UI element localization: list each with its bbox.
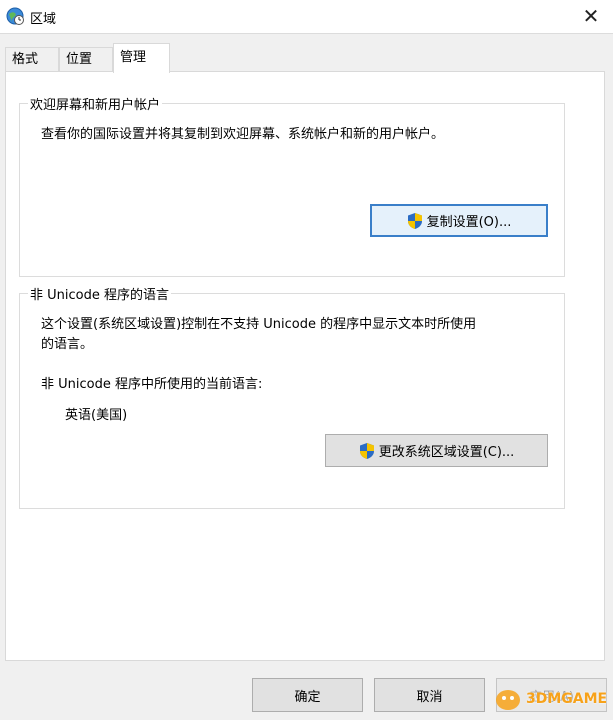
current-language-value: 英语(美国) [65,408,128,423]
current-language-label: 非 Unicode 程序中所使用的当前语言: [41,377,263,392]
cancel-label: 取消 [416,689,443,705]
non-unicode-description-line1: 这个设置(系统区域设置)控制在不支持 Unicode 的程序中显示文本时所使用 [41,317,477,332]
tab-location[interactable]: 位置 [59,47,113,71]
copy-settings-button[interactable]: 复制设置(O)... [370,204,548,237]
cancel-button[interactable]: 取消 [374,678,485,712]
close-icon[interactable]: ✕ [577,2,605,30]
watermark-logo-icon [496,690,520,710]
uac-shield-icon [359,442,374,459]
non-unicode-group-title: 非 Unicode 程序的语言 [28,284,171,303]
uac-shield-icon [407,212,422,229]
non-unicode-description-line2: 的语言。 [41,337,94,352]
welcome-group-title: 欢迎屏幕和新用户帐户 [28,94,163,113]
tab-location-label: 位置 [66,52,93,67]
watermark-text: 3DMGAME [526,691,608,707]
ok-button[interactable]: 确定 [252,678,363,712]
tab-administrative[interactable]: 管理 [113,43,170,73]
title-bar: 区域 ✕ [0,0,613,34]
change-system-locale-label: 更改系统区域设置(C)... [378,445,515,460]
ok-label: 确定 [294,689,321,705]
watermark: 3DMGAME [494,682,609,716]
tab-format[interactable]: 格式 [5,47,59,71]
change-system-locale-button[interactable]: 更改系统区域设置(C)... [325,434,548,467]
globe-clock-icon [6,7,24,25]
welcome-screen-group: 欢迎屏幕和新用户帐户 查看你的国际设置并将其复制到欢迎屏幕、系统帐户和新的用户帐… [19,94,565,277]
window-title: 区域 [30,12,57,27]
tab-panel: 欢迎屏幕和新用户帐户 查看你的国际设置并将其复制到欢迎屏幕、系统帐户和新的用户帐… [5,71,605,661]
copy-settings-label: 复制设置(O)... [426,215,512,230]
tab-administrative-label: 管理 [120,50,147,65]
tab-format-label: 格式 [12,52,39,67]
non-unicode-group: 非 Unicode 程序的语言 这个设置(系统区域设置)控制在不支持 Unico… [19,284,565,509]
welcome-description: 查看你的国际设置并将其复制到欢迎屏幕、系统帐户和新的用户帐户。 [41,127,445,142]
